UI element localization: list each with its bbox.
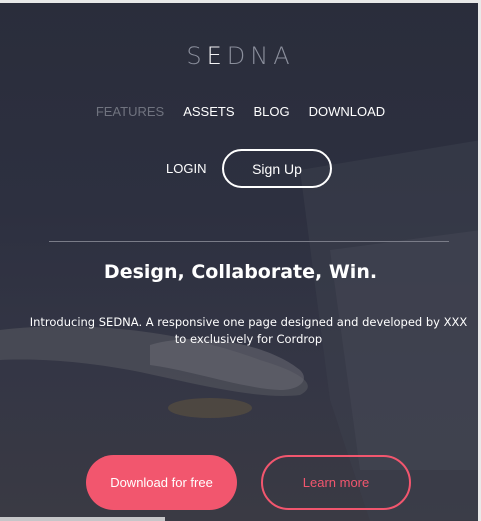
nav-item-assets[interactable]: ASSETS [183, 104, 234, 119]
logo-letter-highlight: E [206, 42, 227, 70]
nav-item-download[interactable]: DOWNLOAD [309, 104, 386, 119]
horizontal-scrollbar[interactable] [0, 517, 165, 521]
nav-item-features[interactable]: FEATURES [96, 104, 164, 119]
hero-section: SEDNA FEATURES ASSETS BLOG DOWNLOAD LOGI… [0, 0, 481, 521]
learn-more-button[interactable]: Learn more [261, 455, 411, 510]
brand-logo[interactable]: SEDNA [0, 42, 481, 70]
page-top-edge [0, 0, 481, 3]
hero-intro-text: Introducing SEDNA. A responsive one page… [29, 315, 468, 346]
logo-letters-rest: DNA [226, 42, 295, 70]
login-link[interactable]: LOGIN [166, 161, 206, 176]
signup-button[interactable]: Sign Up [222, 149, 332, 188]
divider [49, 241, 449, 242]
main-nav: FEATURES ASSETS BLOG DOWNLOAD [0, 104, 481, 119]
logo-letter-s: S [186, 42, 207, 70]
nav-item-blog[interactable]: BLOG [254, 104, 290, 119]
download-button[interactable]: Download for free [86, 455, 237, 510]
hero-headline: Design, Collaborate, Win. [103, 261, 378, 283]
